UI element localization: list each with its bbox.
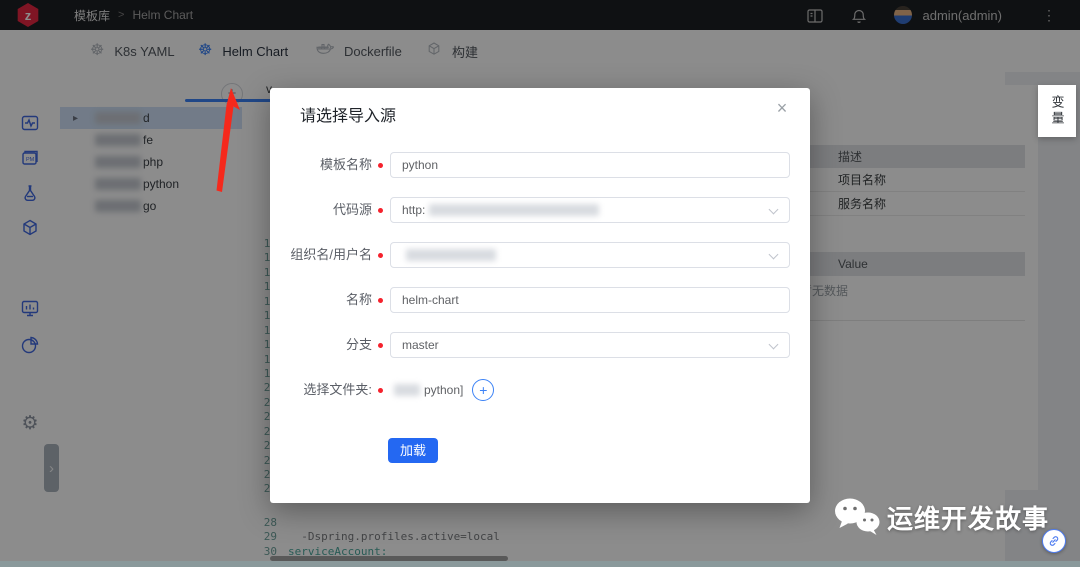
form-row-branch: 分支 master bbox=[270, 332, 810, 358]
name-input[interactable]: helm-chart bbox=[390, 287, 790, 313]
link-icon bbox=[1049, 536, 1059, 546]
input-value: helm-chart bbox=[402, 293, 459, 307]
field-label: 代码源 bbox=[332, 202, 372, 217]
redacted-text bbox=[406, 249, 496, 261]
dialog-title: 请选择导入源 bbox=[300, 108, 397, 125]
code-source-select[interactable]: http: bbox=[390, 197, 790, 223]
required-dot bbox=[378, 388, 383, 393]
required-dot bbox=[378, 343, 383, 348]
form-row-org-user: 组织名/用户名 bbox=[270, 242, 810, 268]
branch-select[interactable]: master bbox=[390, 332, 790, 358]
chevron-down-icon bbox=[768, 339, 779, 350]
field-label: 组织名/用户名 bbox=[290, 247, 372, 262]
form-row-folder: 选择文件夹: python] + bbox=[270, 377, 810, 403]
watermark: 运维开发故事 bbox=[833, 496, 1049, 538]
field-label: 模板名称 bbox=[319, 157, 372, 172]
template-name-input[interactable]: python bbox=[390, 152, 790, 178]
org-user-select[interactable] bbox=[390, 242, 790, 268]
load-button[interactable]: 加载 bbox=[388, 438, 439, 463]
add-folder-button[interactable]: + bbox=[472, 379, 495, 401]
import-source-dialog: 请选择导入源 × 模板名称 python 代码源 http: 组织名/用户名 名… bbox=[270, 88, 810, 503]
close-icon[interactable]: × bbox=[772, 98, 792, 119]
chevron-down-icon bbox=[768, 249, 779, 260]
redacted-text bbox=[394, 384, 420, 396]
folder-value: python] bbox=[424, 383, 464, 397]
bottom-border-strip bbox=[0, 561, 1080, 567]
form-row-name: 名称 helm-chart bbox=[270, 287, 810, 313]
select-value: master bbox=[402, 338, 439, 352]
redacted-text bbox=[429, 204, 600, 216]
field-label: 分支 bbox=[345, 337, 372, 352]
input-value: python bbox=[402, 158, 439, 172]
link-floating-button[interactable] bbox=[1042, 529, 1066, 553]
selected-folder: python] + bbox=[390, 377, 495, 403]
field-label: 选择文件夹: bbox=[303, 382, 372, 397]
required-dot bbox=[378, 163, 383, 168]
watermark-text: 运维开发故事 bbox=[887, 503, 1050, 534]
required-dot bbox=[378, 253, 383, 258]
chevron-down-icon bbox=[768, 204, 779, 215]
form-row-code-source: 代码源 http: bbox=[270, 197, 810, 223]
required-dot bbox=[378, 298, 383, 303]
field-label: 名称 bbox=[345, 292, 372, 307]
form-row-template-name: 模板名称 python bbox=[270, 152, 810, 178]
select-value: http: bbox=[402, 203, 426, 217]
variables-side-tab[interactable]: 变量 bbox=[1038, 85, 1076, 137]
app-root: + ▸ d fe php python go v 101112131415161… bbox=[0, 0, 1080, 567]
wechat-icon bbox=[835, 498, 880, 535]
required-dot bbox=[378, 208, 383, 213]
